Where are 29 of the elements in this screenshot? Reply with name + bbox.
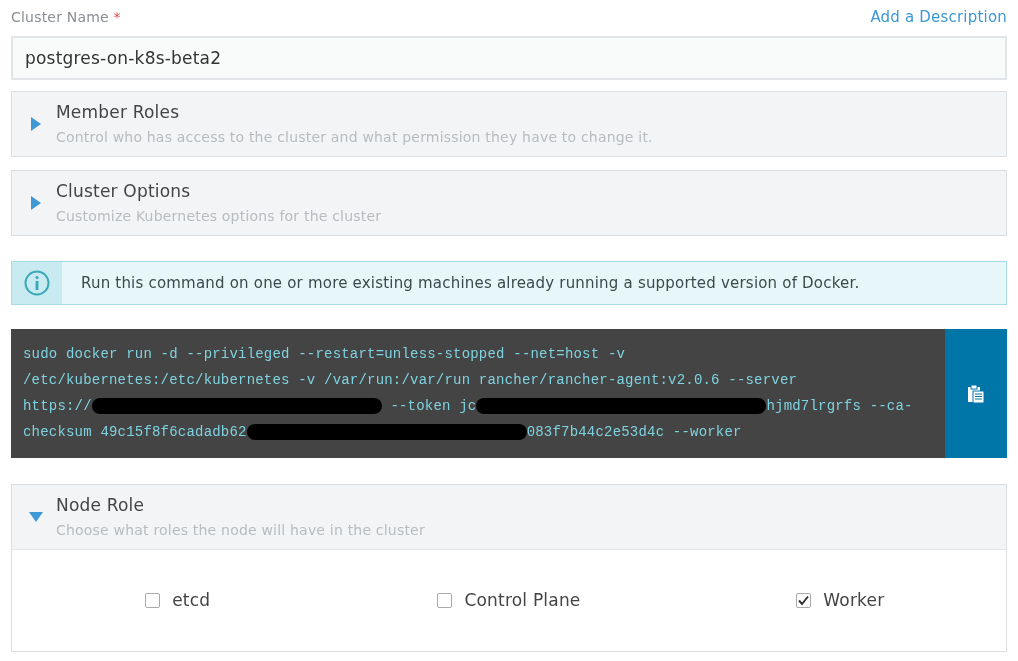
section-subtitle: Customize Kubernetes options for the cluster	[56, 207, 382, 227]
section-subtitle: Control who has access to the cluster and what permission they have to change it.	[56, 128, 653, 148]
section-title: Node Role	[56, 493, 146, 517]
checkbox-label: etcd	[172, 588, 211, 612]
command-text: --token jc	[389, 397, 477, 416]
section-title: Cluster Options	[56, 179, 192, 203]
checkbox[interactable]	[145, 593, 161, 608]
clipboard-icon	[967, 383, 985, 404]
command-text: /etc/kubernetes:/etc/kubernetes -v /var/run:/var/run rancher/rancher-agent:v2.0.6 --server	[23, 371, 798, 390]
checkbox-label: Worker	[823, 588, 885, 612]
command-text: sudo docker run -d --privileged --restart=unless-stopped --net=host -v	[23, 345, 626, 364]
command-text: 083f7b44c2e53d4c --worker	[526, 423, 742, 442]
checkbox[interactable]	[796, 593, 812, 608]
section-title: Member Roles	[56, 100, 181, 124]
caret-down-icon	[29, 512, 43, 522]
command-text: https://	[23, 397, 92, 416]
field-label: Cluster Name *	[11, 7, 121, 27]
checkbox-label: Control Plane	[464, 588, 581, 612]
command-text: checksum 49c15f8f6cadadb62	[23, 423, 247, 442]
info-text: Run this command on one or more existing machines already running a supported version of Docker.	[81, 272, 860, 294]
caret-right-icon	[31, 196, 41, 210]
info-icon	[24, 270, 50, 296]
cluster-name-field[interactable]: postgres-on-k8s-beta2	[11, 36, 1007, 80]
accordion-header[interactable]: Cluster Options Customize Kubernetes options for the cluster	[11, 170, 1007, 236]
command-text: hjmd7lrgrfs --ca-	[766, 397, 913, 416]
accordion-header[interactable]: Member Roles Control who has access to the cluster and what permission they have to change it.	[11, 91, 1007, 157]
checkbox[interactable]	[437, 593, 453, 608]
caret-right-icon	[31, 117, 41, 131]
copy-button[interactable]	[945, 329, 1007, 458]
